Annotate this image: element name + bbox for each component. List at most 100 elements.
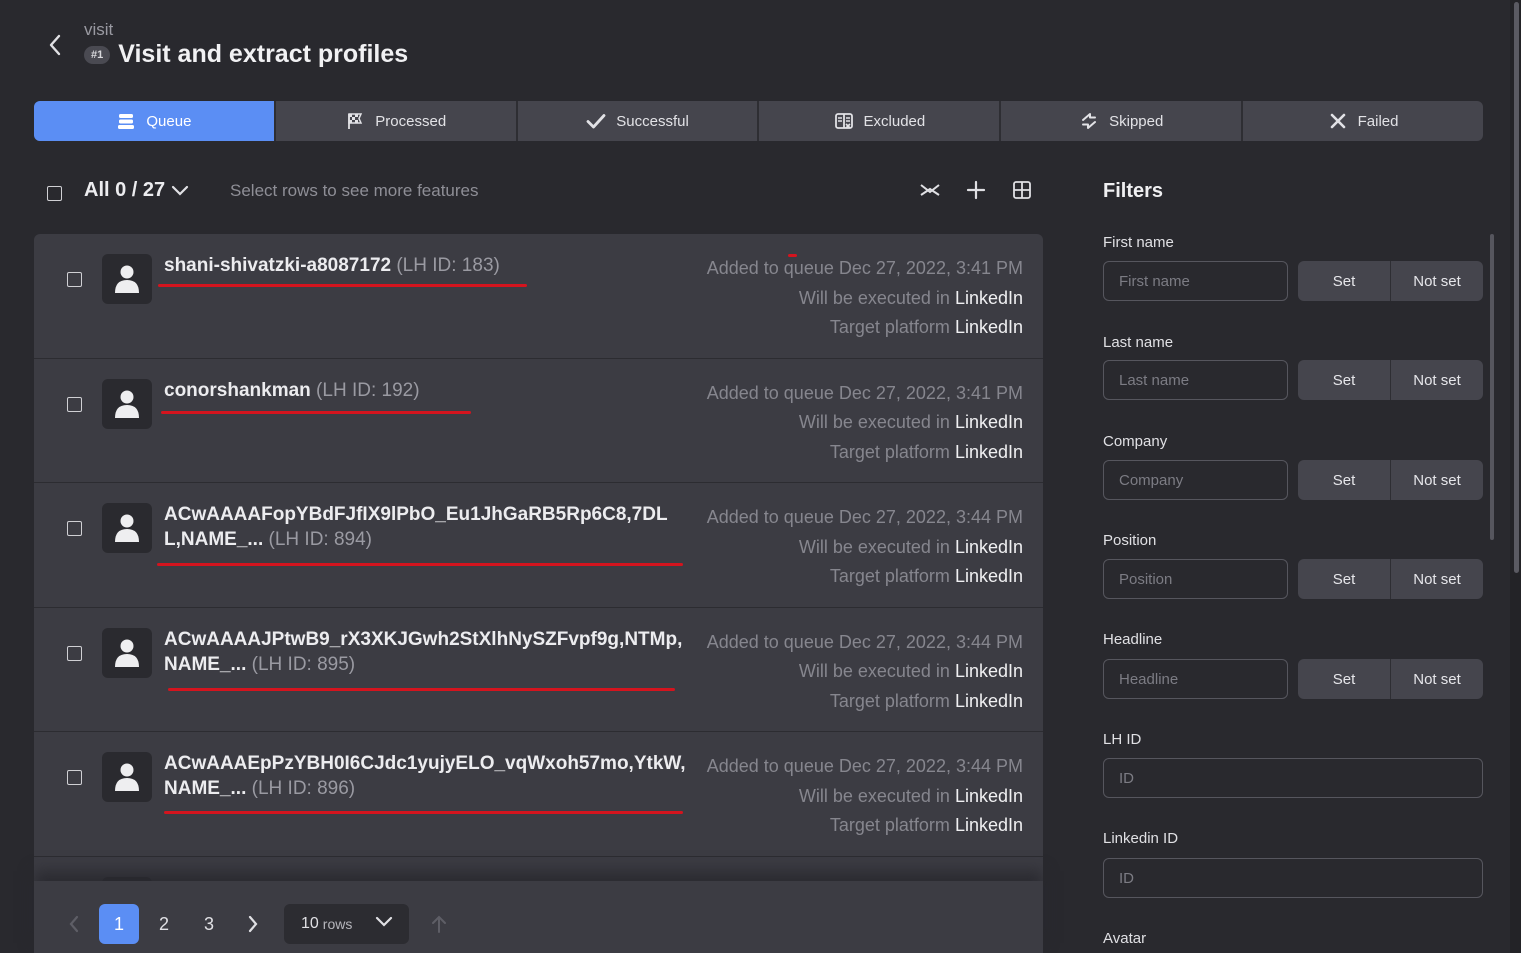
stack-icon xyxy=(118,114,135,129)
not-set-button[interactable]: Not set xyxy=(1391,659,1483,699)
row-checkbox[interactable] xyxy=(67,770,82,785)
tab-label: Queue xyxy=(146,112,192,130)
headline-input[interactable] xyxy=(1103,659,1288,699)
set-button[interactable]: Set xyxy=(1298,460,1391,500)
not-set-button[interactable]: Not set xyxy=(1391,460,1483,500)
set-button[interactable]: Set xyxy=(1298,659,1391,699)
user-icon xyxy=(115,639,139,667)
lh-id-input[interactable] xyxy=(1103,758,1483,798)
linkedin-id-input[interactable] xyxy=(1103,858,1483,898)
profile-name[interactable]: ACwAAAAFopYBdFJfIX9lPbO_Eu1JhGaRB5Rp6C8,… xyxy=(164,502,684,552)
page-kicker: visit xyxy=(84,20,114,39)
profile-name[interactable]: ACwAAAAJPtwB9_rX3XKJGwh2StXlhNySZFvpf9g,… xyxy=(164,627,684,677)
tab-excluded[interactable]: Excluded xyxy=(759,101,1002,141)
not-set-button[interactable]: Not set xyxy=(1391,261,1483,301)
profile-identifier: ACwAAAAJPtwB9_rX3XKJGwh2StXlhNySZFvpf9g,… xyxy=(164,628,683,675)
pagination-bar: 1 2 3 10 rows xyxy=(34,881,1043,953)
set-button[interactable]: Set xyxy=(1298,360,1391,400)
company-set-toggle: Set Not set xyxy=(1298,460,1483,500)
filter-label-avatar: Avatar xyxy=(1103,930,1147,947)
company-input[interactable] xyxy=(1103,460,1288,500)
tab-processed[interactable]: Processed xyxy=(276,101,518,141)
collapse-icon xyxy=(920,184,940,196)
x-icon xyxy=(1330,113,1345,129)
row-meta: Added to queue Dec 27, 2022, 3:41 PM Wil… xyxy=(706,382,1023,462)
prev-page-button[interactable] xyxy=(54,904,94,944)
not-set-button[interactable]: Not set xyxy=(1391,559,1483,599)
tab-label: Skipped xyxy=(1109,112,1164,130)
annotation-underline xyxy=(168,687,675,691)
set-button[interactable]: Set xyxy=(1298,559,1391,599)
added-date: Dec 27, 2022, 3:44 PM xyxy=(838,756,1023,776)
not-set-button[interactable]: Not set xyxy=(1391,360,1483,400)
user-icon xyxy=(115,763,139,791)
status-tabs: Queue Processed Successful Excluded Skip… xyxy=(34,101,1483,141)
row-checkbox[interactable] xyxy=(67,521,82,536)
row-meta: Added to queue Dec 27, 2022, 3:44 PM Wil… xyxy=(706,756,1023,836)
list-toolbar: All 0 / 27 Select rows to see more featu… xyxy=(34,170,1044,214)
table-row[interactable]: ACwAAAAJPtwB9_rX3XKJGwh2StXlhNySZFvpf9g,… xyxy=(34,608,1043,732)
tab-queue[interactable]: Queue xyxy=(34,101,276,141)
tab-skipped[interactable]: Skipped xyxy=(1001,101,1244,141)
collapse-rows-button[interactable] xyxy=(918,178,942,202)
row-checkbox[interactable] xyxy=(67,272,82,287)
table-row[interactable]: shani-shivatzki-a8087172 (LH ID: 183) Ad… xyxy=(34,234,1043,359)
exec-platform: LinkedIn xyxy=(954,785,1023,806)
window-scrollbar-thumb[interactable] xyxy=(1514,2,1519,573)
lh-id: (LH ID: 183) xyxy=(396,255,500,276)
row-meta: Added to queue Dec 27, 2022, 3:44 PM Wil… xyxy=(706,507,1023,587)
row-meta: Added to queue Dec 27, 2022, 3:41 PM Wil… xyxy=(706,258,1023,338)
window-scrollbar[interactable] xyxy=(1510,0,1521,953)
profile-name[interactable]: shani-shivatzki-a8087172 (LH ID: 183) xyxy=(164,253,684,278)
target-platform: LinkedIn xyxy=(954,317,1023,338)
added-date: Dec 27, 2022, 3:41 PM xyxy=(838,382,1023,403)
table-row[interactable]: ACwAAAEpPzYBH0I6CJdc1yujyELO_vqWxoh57mo,… xyxy=(34,732,1043,857)
row-meta: Added to queue Dec 27, 2022, 3:44 PM Wil… xyxy=(706,631,1023,711)
tab-label: Processed xyxy=(375,112,447,130)
lh-id: (LH ID: 894) xyxy=(268,529,372,550)
set-button[interactable]: Set xyxy=(1298,261,1391,301)
page-3-button[interactable]: 3 xyxy=(189,904,229,944)
selection-hint: Select rows to see more features xyxy=(230,181,479,200)
profile-list: shani-shivatzki-a8087172 (LH ID: 183) Ad… xyxy=(34,234,1043,953)
select-all-checkbox[interactable] xyxy=(47,186,62,201)
filters-scrollbar[interactable] xyxy=(1490,234,1494,540)
user-icon xyxy=(115,265,139,293)
tab-successful[interactable]: Successful xyxy=(518,101,760,141)
exec-platform: LinkedIn xyxy=(954,412,1023,433)
add-button[interactable] xyxy=(964,178,988,202)
scroll-top-button[interactable] xyxy=(419,904,459,944)
selection-dropdown[interactable]: All 0 / 27 xyxy=(84,179,189,202)
filter-label-position: Position xyxy=(1103,532,1157,549)
position-input[interactable] xyxy=(1103,559,1288,599)
arrow-up-icon xyxy=(432,915,446,933)
row-checkbox[interactable] xyxy=(67,645,82,661)
rows-per-page-select[interactable]: 10 rows xyxy=(284,904,409,944)
next-page-button[interactable] xyxy=(233,904,273,944)
filter-label-last-name: Last name xyxy=(1103,334,1174,351)
page-1-button[interactable]: 1 xyxy=(99,904,139,944)
back-button[interactable] xyxy=(40,30,70,60)
step-badge: #1 xyxy=(84,45,111,64)
table-row[interactable]: conorshankman (LH ID: 192) Added to queu… xyxy=(34,359,1043,483)
annotation-underline xyxy=(157,563,683,566)
tab-label: Failed xyxy=(1357,112,1399,130)
chevron-left-icon xyxy=(49,34,61,56)
filter-label-first-name: First name xyxy=(1103,234,1174,251)
last-name-input[interactable] xyxy=(1103,360,1288,400)
table-row[interactable]: ACwAAAAFopYBdFJfIX9lPbO_Eu1JhGaRB5Rp6C8,… xyxy=(34,483,1043,608)
exec-platform: LinkedIn xyxy=(954,287,1023,308)
columns-button[interactable] xyxy=(1010,178,1034,202)
target-platform: LinkedIn xyxy=(954,690,1023,711)
chevron-right-icon xyxy=(248,915,258,933)
first-name-input[interactable] xyxy=(1103,261,1288,301)
profile-name[interactable]: conorshankman (LH ID: 192) xyxy=(164,378,684,403)
profile-identifier: ACwAAAEpPzYBH0I6CJdc1yujyELO_vqWxoh57mo,… xyxy=(164,753,686,799)
page-2-button[interactable]: 2 xyxy=(144,904,184,944)
rows-unit: rows xyxy=(322,916,353,932)
added-date: Dec 27, 2022, 3:44 PM xyxy=(838,631,1023,652)
tab-failed[interactable]: Failed xyxy=(1243,101,1483,141)
profile-name[interactable]: ACwAAAEpPzYBH0I6CJdc1yujyELO_vqWxoh57mo,… xyxy=(164,751,689,801)
row-checkbox[interactable] xyxy=(67,396,82,412)
filter-label-linkedin-id: Linkedin ID xyxy=(1103,830,1179,847)
